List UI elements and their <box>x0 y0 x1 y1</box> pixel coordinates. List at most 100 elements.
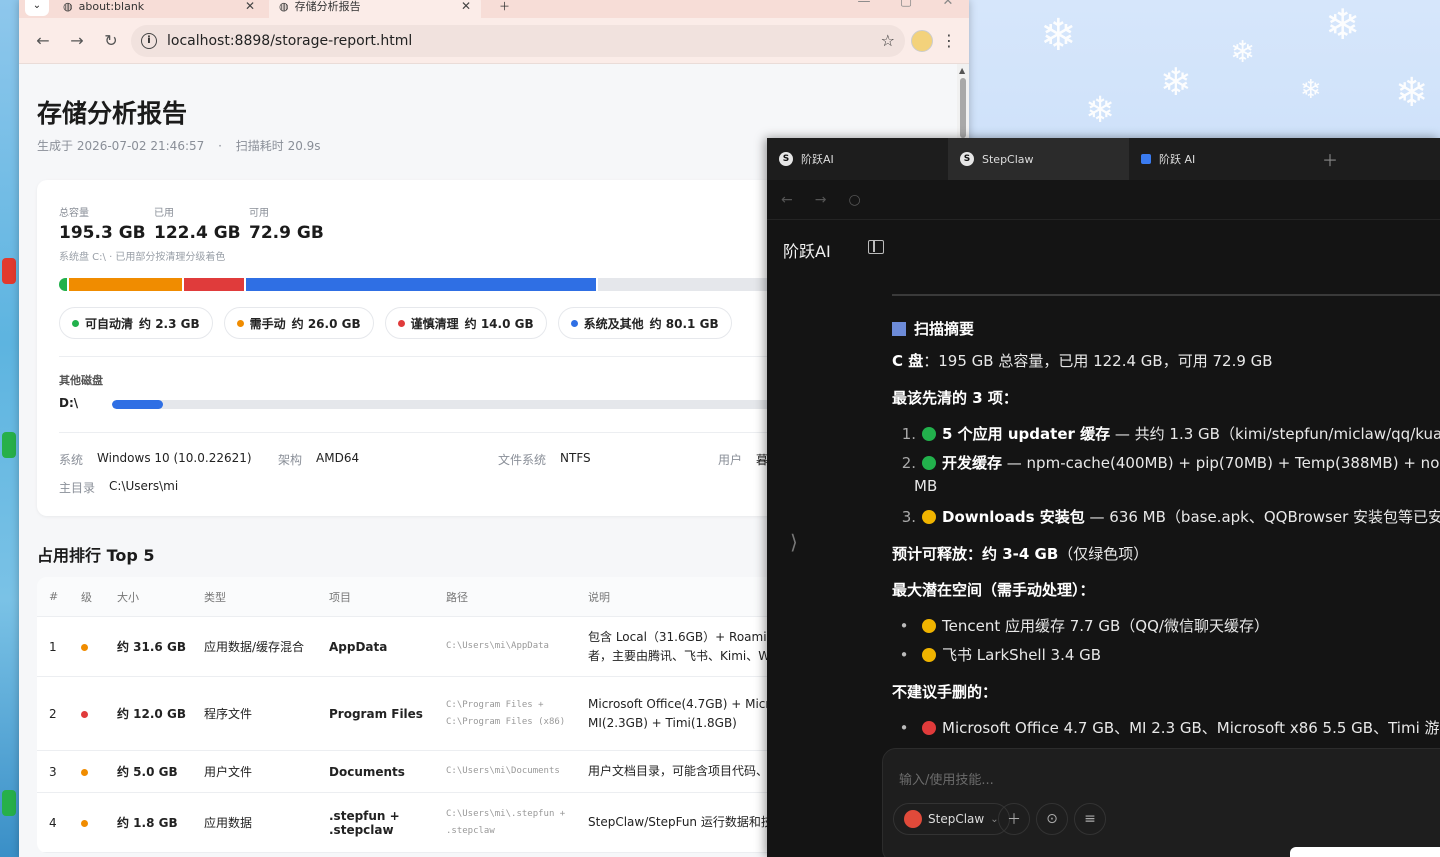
info-value: C:\Users\mi <box>109 479 179 493</box>
desktop-icons-strip <box>0 0 19 857</box>
list-icon[interactable]: ≡ <box>1074 803 1106 835</box>
pill-amount: 约 14.0 GB <box>464 316 534 331</box>
col-project: 项目 <box>329 590 351 604</box>
potential-heading: 最大潜在空间（需手动处理）： <box>892 579 1095 600</box>
site-info-icon[interactable]: i <box>141 32 157 49</box>
tab-stepclaw[interactable]: S StepClaw <box>948 138 1129 180</box>
page-title: 存储分析报告 <box>37 99 188 128</box>
col-level: 级 <box>81 590 92 604</box>
info-value: AMD64 <box>316 451 360 465</box>
top3-heading: 最该先清的 3 项： <box>892 387 1018 408</box>
other-disks-title: 其他磁盘 <box>59 374 103 387</box>
pill-auto-clean[interactable]: 可自动清约 2.3 GB <box>59 307 213 339</box>
green-dot-icon <box>72 319 79 327</box>
tab-label: 阶跃AI <box>801 153 834 166</box>
info-key: 文件系统 <box>498 453 547 467</box>
list-item: 1. 5 个应用 updater 缓存 — 共约 1.3 GB（kimi/step… <box>892 423 1440 444</box>
stat-free: 可用 72.9 GB <box>249 204 324 243</box>
item-title: 开发缓存 <box>942 454 1003 472</box>
tab-stepai-2[interactable]: 阶跃 AI <box>1129 138 1310 180</box>
separator: · <box>218 139 222 153</box>
top-usage-title: 占用排行 Top 5 <box>37 546 155 565</box>
drive-d-usage-fill <box>112 400 164 409</box>
add-button[interactable]: ＋ <box>998 803 1030 835</box>
new-tab-button[interactable]: ＋ <box>489 0 520 18</box>
new-tab-button[interactable]: ＋ <box>1310 138 1350 180</box>
desktop-app-icon[interactable] <box>2 432 16 458</box>
close-window-icon[interactable]: ✕ <box>927 0 969 9</box>
menu-kebab-icon[interactable]: ⋮ <box>939 31 959 50</box>
tab-search-button[interactable]: ⌄ <box>25 0 49 16</box>
chat-app-window: S 阶跃AI S StepClaw 阶跃 AI ＋ ← → ○ 阶跃AI ⟩ 扫描摘… <box>767 138 1440 857</box>
bullet: • <box>899 617 909 635</box>
url-text: localhost:8898/storage-report.html <box>167 32 413 49</box>
tab-storage-report[interactable]: ◍ 存储分析报告 ✕ <box>269 0 481 18</box>
minimize-icon[interactable]: — <box>843 0 885 9</box>
info-value: Windows 10 (10.0.22621) <box>97 451 252 465</box>
pill-caution[interactable]: 谨慎清理约 14.0 GB <box>384 307 547 339</box>
tab-stepai[interactable]: S 阶跃AI <box>767 138 948 180</box>
stepclaw-avatar <box>904 810 922 828</box>
reload-icon[interactable]: ○ <box>848 192 860 208</box>
cell-level <box>69 765 105 779</box>
profile-avatar[interactable] <box>911 29 933 52</box>
close-tab-icon[interactable]: ✕ <box>461 0 471 13</box>
tab-about-blank[interactable]: ◍ about:blank ✕ <box>53 0 265 18</box>
c-drive-line: C 盘：195 GB 总容量，已用 122.4 GB，可用 72.9 GB <box>892 350 1273 371</box>
settings-icon[interactable]: ⊙ <box>1036 803 1068 835</box>
globe-icon: ◍ <box>63 0 73 13</box>
cell-size: 约 31.6 GB <box>117 640 186 654</box>
reload-icon[interactable]: ↻ <box>97 27 125 55</box>
item-text: Tencent 应用缓存 7.7 GB（QQ/微信聊天缓存） <box>942 617 1269 635</box>
chat-input-box[interactable]: 输入/使用技能... StepClaw ⌄ ＋ ⊙ ≡ <box>882 748 1440 857</box>
no-delete-title: 不建议手删的： <box>892 683 998 701</box>
agent-name: StepClaw <box>928 812 985 826</box>
address-bar[interactable]: i localhost:8898/storage-report.html ☆ <box>131 24 905 57</box>
col-type: 类型 <box>204 590 226 604</box>
scroll-up-icon[interactable]: ▲ <box>959 66 965 75</box>
cell-size: 约 5.0 GB <box>117 765 178 779</box>
level-dot-icon <box>81 768 88 776</box>
info-home: 主目录 C:\Users\mi <box>59 479 178 496</box>
cell-type: 程序文件 <box>204 707 253 721</box>
tab-label: 存储分析报告 <box>294 0 361 13</box>
maximize-icon[interactable]: ▢ <box>885 0 927 9</box>
pill-system[interactable]: 系统及其他约 80.1 GB <box>557 307 732 339</box>
back-icon[interactable]: ← <box>29 27 57 55</box>
snowflake-decoration: ❄ <box>1325 0 1361 49</box>
cell-type: 应用数据/缓存混合 <box>204 640 305 654</box>
pill-label: 系统及其他 <box>583 316 644 331</box>
bullet: • <box>899 646 909 664</box>
pill-label: 可自动清 <box>85 316 134 331</box>
bookmark-star-icon[interactable]: ☆ <box>881 31 895 50</box>
forward-icon[interactable]: → <box>815 192 827 208</box>
chat-tab-strip: S 阶跃AI S StepClaw 阶跃 AI ＋ <box>767 138 1440 180</box>
scrollbar-thumb[interactable] <box>960 78 966 138</box>
chart-emoji-icon <box>892 322 906 336</box>
stepai-flag-icon <box>1141 154 1151 164</box>
agent-selector[interactable]: StepClaw ⌄ <box>893 803 1010 835</box>
tab-label: 阶跃 AI <box>1159 153 1196 166</box>
system-disk-note: 系统盘 C:\ · 已用部分按清理分级着色 <box>59 252 226 263</box>
stat-value: 122.4 GB <box>154 223 241 243</box>
input-placeholder[interactable]: 输入/使用技能... <box>899 769 994 788</box>
back-icon[interactable]: ← <box>781 192 793 208</box>
cell-size: 约 1.8 GB <box>117 816 178 830</box>
forward-icon[interactable]: → <box>63 27 91 55</box>
snowflake-decoration: ❄ <box>1085 90 1116 131</box>
stat-total: 总容量 195.3 GB <box>59 204 146 243</box>
drive-d-label: D:\ <box>59 396 79 410</box>
item-text: — 636 MB（base.apk、QQBrowser 安装包等已安装的) <box>1084 508 1440 526</box>
desktop-app-icon[interactable] <box>2 258 16 284</box>
close-tab-icon[interactable]: ✕ <box>245 0 255 13</box>
cell-path: C:\Users\mi\.stepfun + .stepclaw <box>446 808 566 836</box>
desktop-app-icon[interactable] <box>2 790 16 816</box>
pill-label: 谨慎清理 <box>410 316 459 331</box>
blue-dot-icon <box>570 319 578 327</box>
col-rank: # <box>49 590 59 603</box>
expand-panel-icon[interactable]: ⟩ <box>790 530 798 554</box>
pill-manual[interactable]: 需手动约 26.0 GB <box>223 307 374 339</box>
sidebar-toggle-icon[interactable] <box>868 240 884 254</box>
red-circle-icon <box>922 721 936 735</box>
stat-value: 195.3 GB <box>59 223 146 243</box>
